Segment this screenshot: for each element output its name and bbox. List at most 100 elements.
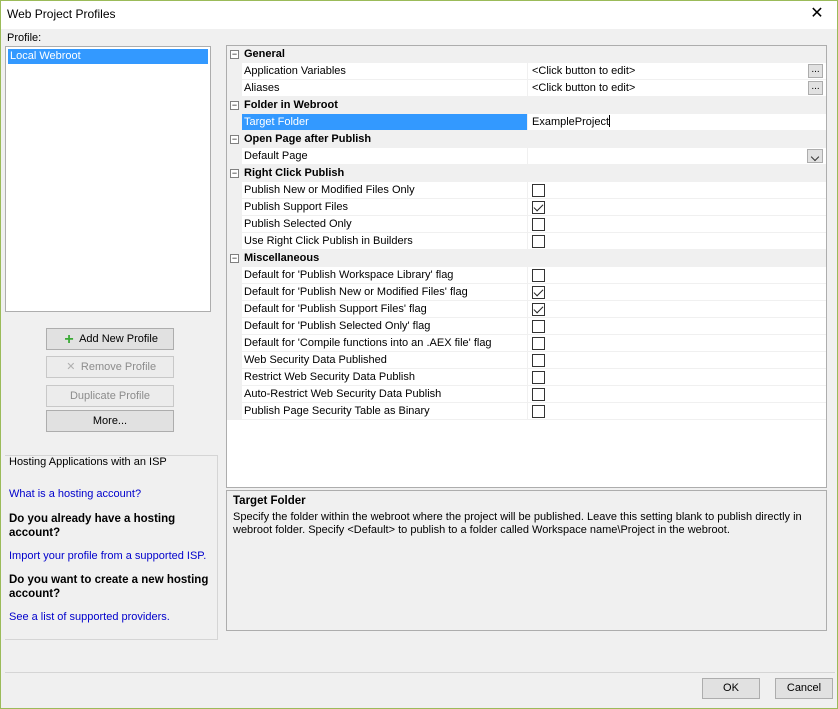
prop-name[interactable]: Use Right Click Publish in Builders	[242, 233, 528, 250]
collapse-icon[interactable]: −	[230, 169, 239, 178]
prop-value[interactable]	[528, 301, 826, 318]
category-open-page-after-publish[interactable]: − Open Page after Publish	[227, 131, 826, 148]
prop-name[interactable]: Default Page	[242, 148, 528, 165]
prop-default-page[interactable]: Default Page	[227, 148, 826, 165]
checkbox[interactable]	[532, 354, 545, 367]
prop-name[interactable]: Web Security Data Published	[242, 352, 528, 369]
more-button[interactable]: More...	[46, 410, 174, 432]
supported-providers-link[interactable]: See a list of supported providers.	[9, 611, 170, 623]
row-gutter	[227, 369, 242, 386]
ellipsis-button[interactable]: ...	[808, 64, 823, 78]
prop-value[interactable]	[528, 182, 826, 199]
row-gutter	[227, 301, 242, 318]
prop-name[interactable]: Default for 'Publish New or Modified Fil…	[242, 284, 528, 301]
prop-aliases[interactable]: Aliases <Click button to edit> ...	[227, 80, 826, 97]
prop-name[interactable]: Default for 'Publish Support Files' flag	[242, 301, 528, 318]
prop-misc-4[interactable]: Default for 'Compile functions into an .…	[227, 335, 826, 352]
prop-name[interactable]: Aliases	[242, 80, 528, 97]
chevron-down-icon[interactable]	[807, 149, 823, 163]
prop-name[interactable]: Publish Page Security Table as Binary	[242, 403, 528, 420]
duplicate-profile-button[interactable]: Duplicate Profile	[46, 385, 174, 407]
cancel-button[interactable]: Cancel	[775, 678, 833, 699]
remove-profile-label: Remove Profile	[80, 361, 157, 373]
ellipsis-button[interactable]: ...	[808, 81, 823, 95]
category-general[interactable]: − General	[227, 46, 826, 63]
checkbox[interactable]	[532, 235, 545, 248]
prop-name[interactable]: Application Variables	[242, 63, 528, 80]
prop-name[interactable]: Target Folder	[242, 114, 528, 131]
prop-value[interactable]	[528, 352, 826, 369]
target-folder-input[interactable]: ExampleProject	[528, 114, 826, 131]
prop-rc-0[interactable]: Publish New or Modified Files Only	[227, 182, 826, 199]
prop-target-folder[interactable]: Target Folder ExampleProject	[227, 114, 826, 131]
checkbox[interactable]	[532, 218, 545, 231]
description-panel: Target Folder Specify the folder within …	[226, 490, 827, 631]
category-folder-in-webroot[interactable]: − Folder in Webroot	[227, 97, 826, 114]
checkbox[interactable]	[532, 201, 545, 214]
checkbox[interactable]	[532, 405, 545, 418]
prop-value[interactable]	[528, 284, 826, 301]
what-is-hosting-link[interactable]: What is a hosting account?	[9, 488, 141, 500]
prop-name[interactable]: Restrict Web Security Data Publish	[242, 369, 528, 386]
category-miscellaneous[interactable]: − Miscellaneous	[227, 250, 826, 267]
prop-value[interactable]	[528, 199, 826, 216]
prop-value[interactable]: <Click button to edit> ...	[528, 80, 826, 97]
prop-rc-2[interactable]: Publish Selected Only	[227, 216, 826, 233]
prop-value[interactable]	[528, 335, 826, 352]
add-new-profile-button[interactable]: + Add New Profile	[46, 328, 174, 350]
prop-value[interactable]	[528, 369, 826, 386]
collapse-icon[interactable]: −	[230, 101, 239, 110]
prop-name[interactable]: Publish Selected Only	[242, 216, 528, 233]
have-hosting-question: Do you already have a hosting account?	[9, 513, 176, 539]
hosting-title: Hosting Applications with an ISP	[9, 456, 167, 468]
prop-misc-8[interactable]: Publish Page Security Table as Binary	[227, 403, 826, 420]
prop-name[interactable]: Default for 'Publish Workspace Library' …	[242, 267, 528, 284]
prop-misc-7[interactable]: Auto-Restrict Web Security Data Publish	[227, 386, 826, 403]
property-grid: − General Application Variables <Click b…	[226, 45, 827, 488]
prop-misc-6[interactable]: Restrict Web Security Data Publish	[227, 369, 826, 386]
prop-misc-5[interactable]: Web Security Data Published	[227, 352, 826, 369]
row-gutter	[227, 386, 242, 403]
prop-misc-3[interactable]: Default for 'Publish Selected Only' flag	[227, 318, 826, 335]
row-gutter	[227, 216, 242, 233]
default-page-select[interactable]	[528, 148, 826, 165]
prop-misc-2[interactable]: Default for 'Publish Support Files' flag	[227, 301, 826, 318]
prop-value[interactable]	[528, 318, 826, 335]
ok-button[interactable]: OK	[702, 678, 760, 699]
prop-application-variables[interactable]: Application Variables <Click button to e…	[227, 63, 826, 80]
prop-rc-1[interactable]: Publish Support Files	[227, 199, 826, 216]
checkbox[interactable]	[532, 269, 545, 282]
prop-rc-3[interactable]: Use Right Click Publish in Builders	[227, 233, 826, 250]
prop-value[interactable]: <Click button to edit> ...	[528, 63, 826, 80]
description-title: Target Folder	[233, 495, 306, 507]
prop-name[interactable]: Auto-Restrict Web Security Data Publish	[242, 386, 528, 403]
checkbox[interactable]	[532, 388, 545, 401]
prop-misc-0[interactable]: Default for 'Publish Workspace Library' …	[227, 267, 826, 284]
prop-value[interactable]	[528, 267, 826, 284]
import-profile-link[interactable]: Import your profile from a supported ISP…	[9, 550, 206, 562]
checkbox[interactable]	[532, 337, 545, 350]
category-right-click-publish[interactable]: − Right Click Publish	[227, 165, 826, 182]
prop-name[interactable]: Default for 'Compile functions into an .…	[242, 335, 528, 352]
prop-value[interactable]	[528, 386, 826, 403]
prop-value[interactable]	[528, 216, 826, 233]
prop-misc-1[interactable]: Default for 'Publish New or Modified Fil…	[227, 284, 826, 301]
collapse-icon[interactable]: −	[230, 254, 239, 263]
remove-profile-button[interactable]: ✕ Remove Profile	[46, 356, 174, 378]
checkbox[interactable]	[532, 371, 545, 384]
close-icon[interactable]: ✕	[805, 4, 829, 24]
prop-name[interactable]: Publish New or Modified Files Only	[242, 182, 528, 199]
collapse-icon[interactable]: −	[230, 135, 239, 144]
profile-item-local-webroot[interactable]: Local Webroot	[8, 49, 208, 64]
profile-list[interactable]: Local Webroot	[5, 46, 211, 312]
prop-name[interactable]: Default for 'Publish Selected Only' flag	[242, 318, 528, 335]
prop-value[interactable]	[528, 403, 826, 420]
checkbox[interactable]	[532, 320, 545, 333]
prop-name[interactable]: Publish Support Files	[242, 199, 528, 216]
checkbox[interactable]	[532, 303, 545, 316]
checkbox[interactable]	[532, 286, 545, 299]
prop-value[interactable]	[528, 233, 826, 250]
collapse-icon[interactable]: −	[230, 50, 239, 59]
add-new-profile-label: Add New Profile	[79, 333, 158, 345]
checkbox[interactable]	[532, 184, 545, 197]
